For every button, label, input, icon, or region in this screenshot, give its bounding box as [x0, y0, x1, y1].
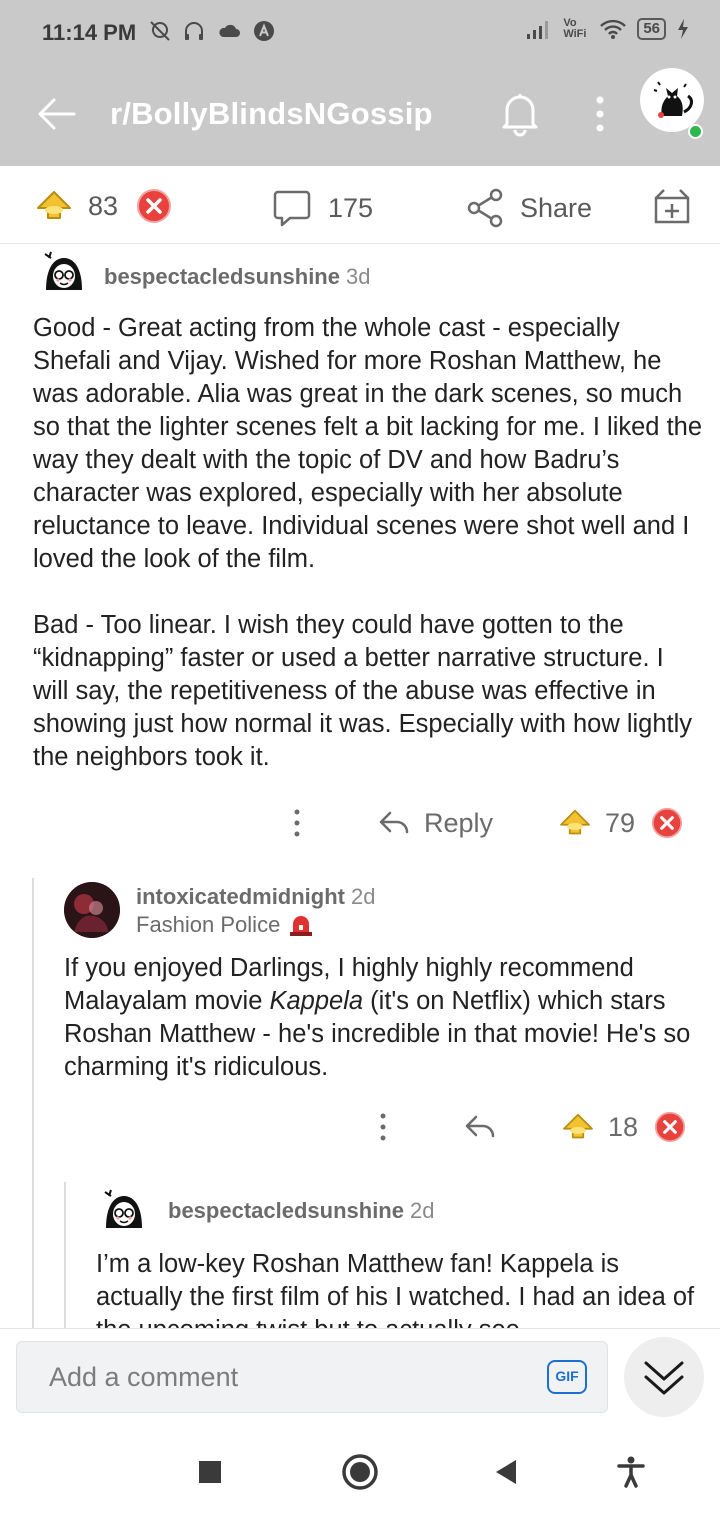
user-flair: Fashion Police [136, 912, 314, 938]
status-icons-left [148, 19, 276, 43]
comment-vote-count: 18 [608, 1111, 639, 1142]
comment-username[interactable]: bespectacledsunshine [168, 1198, 404, 1224]
comment-2: intoxicatedmidnight 2d Fashion Police If… [0, 878, 720, 1178]
status-icons-right: Vo WiFi 56 [525, 18, 690, 40]
comment-age: 2d [351, 884, 376, 909]
comment-body: I’m a low-key Roshan Matthew fan! Kappel… [96, 1248, 696, 1328]
comment-header: bespectacledsunshine 2d [168, 1198, 434, 1224]
flair-text: Fashion Police [136, 912, 281, 937]
kebab-menu-icon[interactable] [585, 92, 615, 136]
battery-level: 56 [637, 18, 666, 40]
app-bar: r/BollyBlindsNGossip [0, 68, 720, 166]
comment-text: I’m a low-key Roshan Matthew fan! Kappel… [96, 1250, 695, 1328]
system-nav-bar [0, 1424, 720, 1520]
girl-glasses-avatar-icon [37, 247, 91, 301]
double-chevron-down-icon [644, 1361, 684, 1395]
comment-username[interactable]: bespectacledsunshine [104, 264, 340, 290]
bell-icon[interactable] [498, 90, 542, 138]
reply-arrow-icon [379, 811, 409, 834]
comment-actions: Reply 79 [282, 806, 683, 840]
share-label: Share [520, 192, 593, 223]
collapse-button[interactable] [624, 1337, 704, 1417]
add-comment-input[interactable]: Add a comment GIF [16, 1341, 608, 1413]
back-triangle-icon[interactable] [492, 1457, 520, 1487]
signal-icon [527, 21, 549, 39]
avatar[interactable] [64, 882, 120, 938]
upvote-award-icon[interactable] [36, 190, 72, 222]
post-comment-count: 175 [328, 192, 374, 223]
accessibility-icon[interactable] [616, 1456, 646, 1488]
vowifi-label: Vo WiFi [563, 17, 587, 40]
status-time: 11:14 PM [42, 20, 137, 45]
cat-avatar-icon [653, 81, 693, 118]
post-share-group[interactable]: Share [466, 188, 592, 228]
comment-age: 2d [409, 1198, 435, 1223]
comment-age: 3d [345, 264, 371, 289]
upvote-award-icon[interactable] [559, 809, 591, 837]
online-status-dot [688, 124, 703, 139]
recents-square-icon[interactable] [196, 1458, 224, 1486]
comment-3: bespectacledsunshine 2d I’m a low-key Ro… [0, 1182, 720, 1328]
alarm-off-icon [150, 21, 170, 41]
user-avatar[interactable] [640, 68, 704, 132]
downvote-icon[interactable] [136, 188, 172, 224]
comment-body: If you enjoyed Darlings, I highly highly… [64, 952, 704, 1084]
comment-italic-text: Kappela [269, 987, 364, 1015]
more-options-icon[interactable] [368, 1110, 398, 1144]
comment-header: bespectacledsunshine 3d [104, 264, 370, 290]
comment-username[interactable]: intoxicatedmidnight [136, 884, 345, 910]
girl-glasses-avatar-icon [97, 1185, 151, 1239]
back-arrow-icon[interactable] [34, 92, 78, 136]
comment-placeholder: Add a comment [49, 1362, 239, 1392]
wifi-icon [600, 19, 627, 39]
a-badge-icon [254, 21, 274, 41]
avatar[interactable] [36, 246, 92, 302]
siren-icon [290, 916, 313, 936]
post-upvote-group: 83 [36, 188, 172, 224]
cloud-icon [219, 24, 240, 37]
comment-1: bespectacledsunshine 3d Good - Great act… [0, 244, 720, 854]
more-options-icon[interactable] [282, 806, 312, 840]
comment-body: Good - Great acting from the whole cast … [33, 312, 703, 807]
avatar[interactable] [96, 1184, 152, 1240]
share-icon [467, 188, 503, 228]
status-bar: 11:14 PM Vo WiFi 56 [0, 0, 720, 68]
reply-arrow-icon[interactable] [464, 1113, 496, 1141]
comment-vote-count: 79 [605, 807, 636, 838]
reply-label: Reply [424, 807, 494, 838]
comment-composer: Add a comment GIF [0, 1328, 720, 1424]
downvote-icon[interactable] [654, 1111, 686, 1143]
post-action-bar: 83 175 Share [0, 168, 720, 244]
post-vote-count: 83 [88, 190, 119, 221]
post-comments-group[interactable]: 175 [272, 188, 373, 228]
gif-button[interactable]: GIF [547, 1360, 587, 1394]
comment-paragraph: Bad - Too linear. I wish they could have… [33, 611, 693, 771]
home-circle-icon[interactable] [340, 1452, 380, 1492]
comment-actions: 18 [368, 1110, 686, 1144]
comment-header: intoxicatedmidnight 2d [136, 884, 375, 910]
charging-icon [678, 19, 688, 39]
upvote-award-icon[interactable] [562, 1113, 594, 1141]
downvote-icon[interactable] [651, 807, 683, 839]
reply-button[interactable]: Reply [378, 808, 493, 839]
subreddit-title[interactable]: r/BollyBlindsNGossip [110, 96, 433, 132]
comment-bubble-icon [273, 190, 311, 227]
gift-award-icon[interactable] [652, 186, 692, 226]
headphones-icon [185, 22, 203, 40]
dark-photo-avatar-icon [64, 882, 120, 938]
comment-paragraph: Good - Great acting from the whole cast … [33, 314, 703, 573]
